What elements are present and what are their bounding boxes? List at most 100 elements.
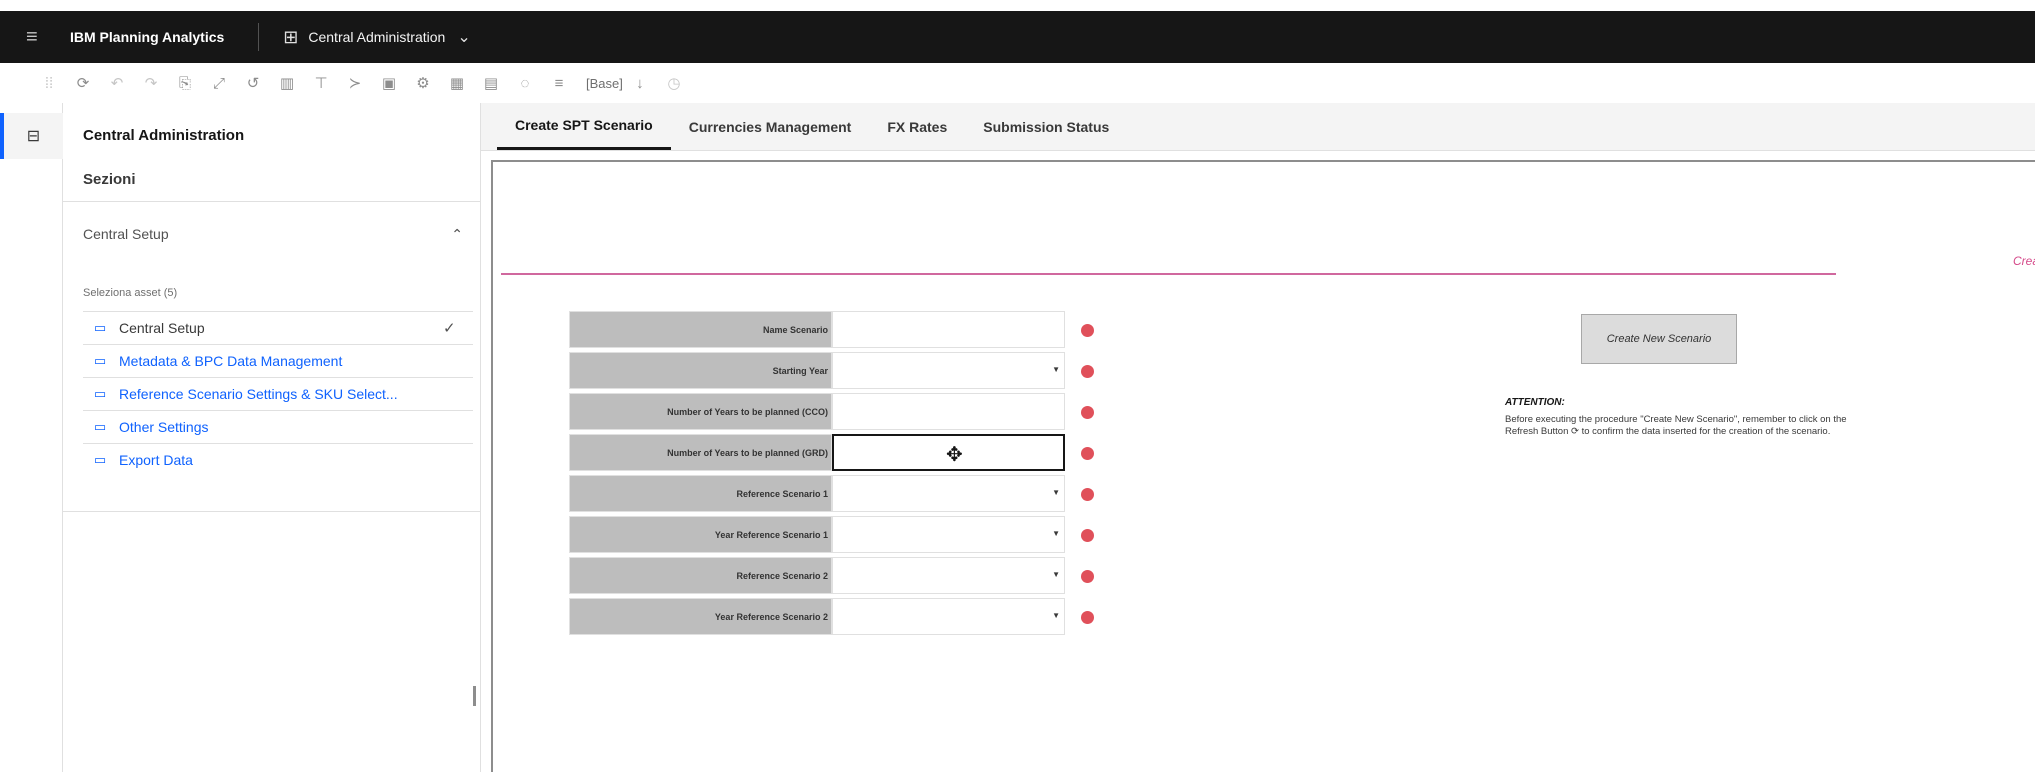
settings-icon[interactable]: ⚙: [406, 74, 440, 92]
form-row-years-cco: Number of Years to be planned (CCO): [569, 393, 1094, 433]
worksheet-area: Create New Scenario Name Scenario Starti…: [491, 160, 2035, 772]
status-dot: [1081, 406, 1094, 419]
asset-label: Metadata & BPC Data Management: [119, 353, 343, 369]
panel-title: Central Administration: [83, 127, 245, 144]
grip-icon: ⁞⁞: [44, 74, 54, 92]
menu-icon[interactable]: ≡: [26, 26, 50, 49]
side-panel: Central Administration Sezioni Central S…: [63, 103, 481, 772]
reference-scenario-1-select[interactable]: ▼: [832, 475, 1065, 512]
top-bar: ≡ IBM Planning Analytics ⊞ Central Admin…: [0, 11, 2035, 63]
expand-icon[interactable]: ⤢: [202, 75, 236, 92]
field-label: Year Reference Scenario 2: [569, 598, 832, 635]
reference-scenario-2-select[interactable]: ▼: [832, 557, 1065, 594]
app-window: ≡ IBM Planning Analytics ⊞ Central Admin…: [0, 0, 2035, 772]
years-grd-input[interactable]: ✥: [832, 434, 1065, 471]
years-cco-input[interactable]: [832, 393, 1065, 430]
tab-bar: Create SPT Scenario Currencies Managemen…: [481, 103, 2035, 151]
check-icon: ✓: [443, 320, 456, 337]
save-icon[interactable]: ▣: [372, 74, 406, 92]
starting-year-select[interactable]: ▼: [832, 352, 1065, 389]
create-new-scenario-button[interactable]: Create New Scenario: [1581, 314, 1737, 364]
section-caption: Create New Scenario: [2013, 254, 2035, 268]
divider: [258, 23, 260, 51]
status-dot: [1081, 365, 1094, 378]
book-icon: ▭: [93, 419, 107, 434]
caret-down-icon[interactable]: ▼: [1052, 529, 1060, 538]
caret-down-icon[interactable]: ▼: [1052, 570, 1060, 579]
divider: [63, 201, 481, 202]
asset-item-export-data[interactable]: ▭ Export Data: [83, 443, 473, 476]
sync-icon[interactable]: ◌: [508, 75, 542, 92]
book-icon: ▭: [93, 320, 107, 335]
brand-title: IBM Planning Analytics: [70, 29, 225, 45]
asset-label: Reference Scenario Settings & SKU Select…: [119, 386, 398, 402]
terminal-icon[interactable]: ≻: [338, 74, 372, 92]
caret-down-icon[interactable]: ▼: [1052, 365, 1060, 374]
asset-list: ▭ Central Setup ✓ ▭ Metadata & BPC Data …: [83, 311, 473, 476]
status-dot: [1081, 570, 1094, 583]
tab-fx-rates[interactable]: FX Rates: [869, 103, 965, 150]
align-icon[interactable]: ≡: [542, 75, 576, 92]
application-name[interactable]: Central Administration: [308, 29, 445, 45]
arrow-down-icon[interactable]: ↓: [623, 75, 657, 92]
name-scenario-input[interactable]: [832, 311, 1065, 348]
caret-down-icon[interactable]: ▼: [1052, 611, 1060, 620]
export-icon[interactable]: ▤: [474, 74, 508, 92]
tab-currencies-management[interactable]: Currencies Management: [671, 103, 870, 150]
field-label: Starting Year: [569, 352, 832, 389]
chevron-up-icon[interactable]: ⌃: [451, 226, 463, 243]
status-dot: [1081, 529, 1094, 542]
section-divider: [501, 273, 1836, 275]
tab-submission-status[interactable]: Submission Status: [965, 103, 1127, 150]
field-label: Name Scenario: [569, 311, 832, 348]
refresh-icon[interactable]: ⟳: [66, 74, 100, 92]
left-rail: ⊟: [0, 103, 63, 772]
panel-resize-handle[interactable]: [473, 686, 476, 706]
attention-text: Before executing the procedure "Create N…: [1505, 414, 1847, 437]
form-row-year-reference-scenario-1: Year Reference Scenario 1 ▼: [569, 516, 1094, 556]
form-row-reference-scenario-1: Reference Scenario 1 ▼: [569, 475, 1094, 515]
asset-item-other-settings[interactable]: ▭ Other Settings: [83, 410, 473, 443]
clock-icon[interactable]: ◷: [657, 74, 691, 92]
reset-icon[interactable]: ↺: [236, 74, 270, 92]
status-dot: [1081, 611, 1094, 624]
form-row-starting-year: Starting Year ▼: [569, 352, 1094, 392]
book-icon: ▭: [93, 353, 107, 368]
redo-icon[interactable]: ↷: [134, 74, 168, 92]
field-label: Reference Scenario 1: [569, 475, 832, 512]
status-dot: [1081, 324, 1094, 337]
asset-item-central-setup[interactable]: ▭ Central Setup ✓: [83, 311, 473, 344]
year-reference-scenario-1-select[interactable]: ▼: [832, 516, 1065, 553]
filter-icon[interactable]: ⊤: [304, 74, 338, 92]
asset-label: Export Data: [119, 452, 193, 468]
calculator-icon[interactable]: ▦: [440, 74, 474, 92]
move-cursor-icon: ✥: [946, 444, 963, 466]
asset-label: Other Settings: [119, 419, 209, 435]
undo-icon[interactable]: ↶: [100, 74, 134, 92]
field-label: Year Reference Scenario 1: [569, 516, 832, 553]
asset-item-reference-scenario[interactable]: ▭ Reference Scenario Settings & SKU Sele…: [83, 377, 473, 410]
field-label: Reference Scenario 2: [569, 557, 832, 594]
navigator-icon[interactable]: ⊟: [0, 113, 63, 159]
book-icon: ▭: [93, 452, 107, 467]
columns-icon[interactable]: ▥: [270, 74, 304, 92]
year-reference-scenario-2-select[interactable]: ▼: [832, 598, 1065, 635]
asset-item-metadata[interactable]: ▭ Metadata & BPC Data Management: [83, 344, 473, 377]
base-selector[interactable]: [Base]: [586, 76, 623, 91]
asset-label: Central Setup: [119, 320, 205, 336]
application-icon: ⊞: [283, 26, 299, 47]
caret-down-icon[interactable]: ▼: [1052, 488, 1060, 497]
field-label: Number of Years to be planned (CCO): [569, 393, 832, 430]
status-dot: [1081, 447, 1094, 460]
chevron-down-icon[interactable]: ⌄: [457, 27, 470, 47]
accordion-label: Central Setup: [83, 226, 169, 242]
divider: [63, 511, 481, 512]
paste-icon[interactable]: ⎘: [168, 75, 202, 92]
accordion-central-setup[interactable]: Central Setup ⌃: [83, 219, 463, 249]
asset-count-label: Seleziona asset (5): [83, 287, 178, 299]
form-row-reference-scenario-2: Reference Scenario 2 ▼: [569, 557, 1094, 597]
tab-create-spt-scenario[interactable]: Create SPT Scenario: [497, 103, 671, 150]
form-row-year-reference-scenario-2: Year Reference Scenario 2 ▼: [569, 598, 1094, 638]
panel-subtitle: Sezioni: [83, 171, 136, 188]
status-dot: [1081, 488, 1094, 501]
